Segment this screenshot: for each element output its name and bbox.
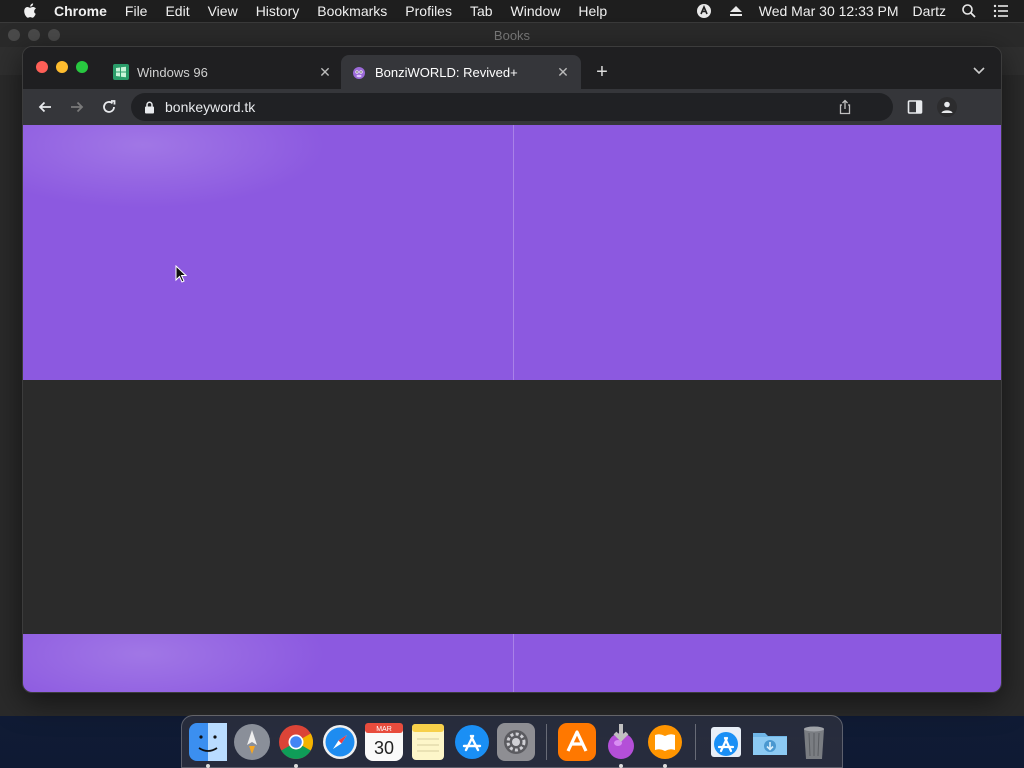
- person-icon: [941, 101, 953, 113]
- purple-band-bottom: [23, 634, 1001, 692]
- tab-close-icon[interactable]: ✕: [555, 64, 571, 80]
- dock-separator: [546, 723, 547, 760]
- center-divider-bottom: [513, 634, 514, 692]
- address-bar[interactable]: bonkeyword.tk: [131, 93, 893, 121]
- books-zoom-icon[interactable]: [48, 29, 60, 41]
- safari-icon: [323, 724, 357, 759]
- bonziworld-favicon-icon: [351, 64, 367, 80]
- dock-app-store[interactable]: [452, 722, 492, 762]
- menu-help[interactable]: Help: [578, 3, 607, 19]
- menu-file[interactable]: File: [125, 3, 148, 19]
- apple-menu-icon[interactable]: [20, 1, 40, 21]
- menu-edit[interactable]: Edit: [165, 3, 189, 19]
- menu-bookmarks[interactable]: Bookmarks: [317, 3, 387, 19]
- page-viewport[interactable]: [23, 125, 1001, 692]
- downloads-folder-icon: [753, 732, 787, 755]
- running-indicator: [619, 763, 623, 768]
- dock: MAR 30: [181, 715, 843, 768]
- tab-bonziworld[interactable]: BonziWORLD: Revived+ ✕: [341, 55, 581, 89]
- calendar-icon: MAR 30: [365, 722, 403, 761]
- menu-bar: Chrome File Edit View History Bookmarks …: [0, 0, 1024, 22]
- dock-safari[interactable]: [320, 722, 360, 762]
- arrow-left-icon: [38, 101, 51, 113]
- books-window-title: Books: [493, 27, 531, 43]
- tab-close-icon[interactable]: ✕: [317, 64, 333, 80]
- menu-view[interactable]: View: [208, 3, 238, 19]
- trash-icon: [804, 726, 824, 759]
- installer-icon: [608, 723, 634, 759]
- menubar-clock[interactable]: Wed Mar 30 12:33 PM: [759, 3, 899, 19]
- app-store-icon: [455, 724, 489, 759]
- reload-icon: [103, 100, 116, 113]
- books-window-controls: [8, 29, 60, 41]
- dock-installer[interactable]: [601, 722, 641, 768]
- purple-band-top: [23, 125, 1001, 380]
- eject-icon[interactable]: [727, 2, 745, 20]
- menubar-user[interactable]: Dartz: [913, 3, 946, 19]
- dock-finder[interactable]: [188, 722, 228, 768]
- dock-downloads-folder[interactable]: [750, 722, 790, 762]
- url-text: bonkeyword.tk: [165, 99, 256, 115]
- close-window-icon[interactable]: [36, 61, 48, 73]
- menu-profiles[interactable]: Profiles: [405, 3, 452, 19]
- books-close-icon[interactable]: [8, 29, 20, 41]
- finder-icon: [189, 722, 227, 761]
- new-tab-button[interactable]: +: [591, 61, 613, 83]
- browser-toolbar: bonkeyword.tk: [23, 89, 1001, 125]
- share-icon[interactable]: [837, 99, 853, 115]
- tab-windows-96[interactable]: Windows 96 ✕: [103, 55, 343, 89]
- side-panel-icon[interactable]: [907, 99, 923, 115]
- books-icon: [648, 724, 682, 759]
- spotlight-search-icon[interactable]: [960, 2, 978, 20]
- running-indicator: [663, 763, 667, 768]
- menu-window[interactable]: Window: [511, 3, 561, 19]
- control-center-icon[interactable]: [992, 2, 1010, 20]
- dock-notes[interactable]: [408, 722, 448, 762]
- forward-button[interactable]: [63, 93, 91, 121]
- dock-books[interactable]: [645, 722, 685, 768]
- mouse-cursor-icon: [175, 265, 187, 283]
- dock-separator: [695, 723, 696, 760]
- books-minimize-icon[interactable]: [28, 29, 40, 41]
- tab-title: BonziWORLD: Revived+: [375, 64, 518, 80]
- reload-button[interactable]: [95, 93, 123, 121]
- dock-system-preferences[interactable]: [496, 722, 536, 762]
- launchpad-icon: [234, 723, 270, 760]
- zoom-window-icon[interactable]: [76, 61, 88, 73]
- menu-tab[interactable]: Tab: [470, 3, 493, 19]
- window-controls: [36, 61, 88, 73]
- calendar-month: MAR: [376, 726, 392, 733]
- chrome-window: Windows 96 ✕ BonziWORLD: Revived+ ✕ + bo…: [22, 46, 1002, 693]
- tab-title: Windows 96: [137, 64, 208, 80]
- tab-strip: Windows 96 ✕ BonziWORLD: Revived+ ✕ +: [23, 47, 1001, 89]
- notes-icon: [412, 723, 444, 760]
- gear-icon: [497, 722, 535, 761]
- avast-icon: [558, 722, 596, 761]
- menu-app-name[interactable]: Chrome: [54, 3, 107, 19]
- dock-applications-folder[interactable]: [706, 722, 746, 762]
- back-button[interactable]: [31, 93, 59, 121]
- dock-chrome[interactable]: [276, 722, 316, 768]
- running-indicator: [206, 763, 210, 768]
- dock-calendar[interactable]: MAR 30: [364, 722, 404, 762]
- running-indicator: [294, 763, 298, 768]
- calendar-day: 30: [374, 738, 394, 758]
- avast-status-icon[interactable]: [695, 2, 713, 20]
- minimize-window-icon[interactable]: [56, 61, 68, 73]
- books-titlebar: Books: [0, 23, 1024, 47]
- chrome-icon: [279, 724, 313, 759]
- dock-launchpad[interactable]: [232, 722, 272, 762]
- tab-search-chevron-down-icon[interactable]: [971, 63, 987, 79]
- app-store-folder-icon: [711, 726, 741, 757]
- center-divider-top: [513, 125, 514, 380]
- windows96-favicon-icon: [113, 64, 129, 80]
- arrow-right-icon: [71, 101, 84, 113]
- dock-trash[interactable]: [794, 722, 834, 762]
- lock-icon[interactable]: [143, 100, 155, 114]
- menu-history[interactable]: History: [256, 3, 300, 19]
- dock-avast[interactable]: [557, 722, 597, 762]
- profile-avatar-button[interactable]: [937, 97, 957, 117]
